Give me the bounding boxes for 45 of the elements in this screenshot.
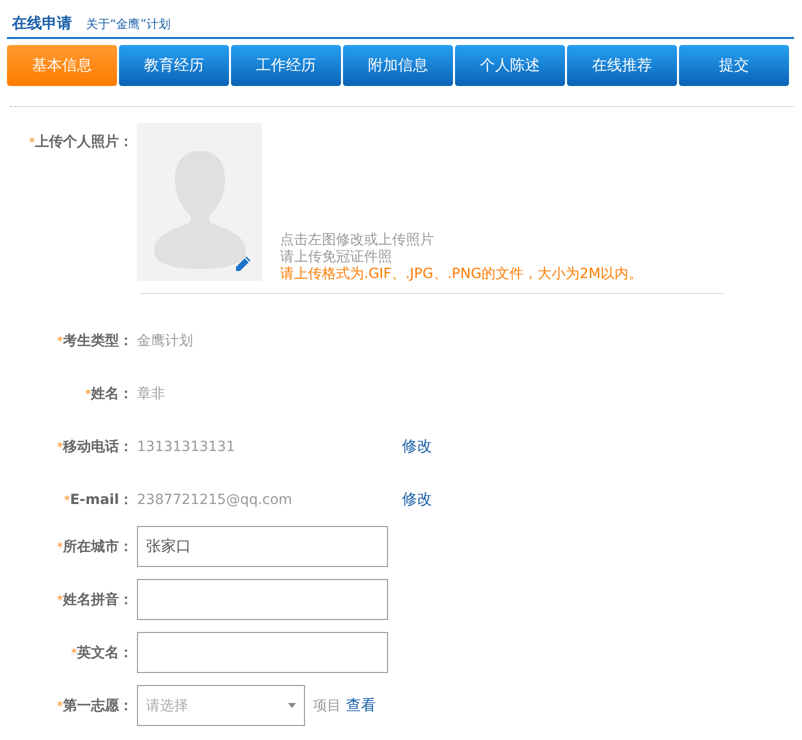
edit-link[interactable]: 修改	[402, 437, 432, 456]
field-value: 2387721215@qq.com	[137, 492, 294, 508]
field-label: 姓名拼音：	[63, 590, 133, 608]
field-label: 英文名：	[77, 644, 133, 662]
required-mark: *	[57, 592, 63, 606]
field-label: 考生类型：	[63, 332, 133, 350]
field-label: 移动电话：	[63, 438, 133, 456]
select-dropdown[interactable]: 请选择	[137, 685, 305, 726]
field-label: 所在城市：	[63, 538, 133, 556]
field-value: 13131313131	[137, 438, 236, 454]
required-mark: *	[64, 492, 70, 506]
pencil-icon[interactable]	[234, 255, 252, 273]
tab[interactable]: 工作经历	[231, 45, 341, 86]
required-mark: *	[29, 135, 35, 149]
field-label: 上传个人照片：	[35, 133, 133, 151]
page-title: 在线申请	[12, 14, 72, 33]
hint-text: 请上传免冠证件照	[280, 249, 393, 266]
input-field[interactable]	[137, 579, 388, 620]
required-mark: *	[71, 646, 77, 660]
edit-link[interactable]: 修改	[402, 490, 432, 509]
warning-text: 请上传格式为.GIF、.JPG、.PNG的文件，大小为2M以内。	[280, 266, 643, 283]
field-label: E-mail：	[70, 490, 133, 508]
required-mark: *	[57, 334, 63, 348]
avatar-silhouette-icon	[154, 151, 246, 269]
field-value: 章非	[137, 384, 166, 402]
required-mark: *	[57, 440, 63, 454]
input-field[interactable]: 张家口	[137, 526, 388, 567]
hint-text: 点击左图修改或上传照片	[280, 232, 435, 249]
view-link[interactable]: 查看	[346, 696, 376, 715]
field-value: 金鹰计划	[137, 332, 194, 350]
field-label: 姓名：	[91, 384, 133, 402]
about-link[interactable]: 关于“金鹰”计划	[86, 16, 170, 33]
tab[interactable]: 提交	[679, 45, 789, 86]
tab[interactable]: 基本信息	[7, 45, 117, 86]
input-field[interactable]	[137, 632, 388, 673]
tab[interactable]: 个人陈述	[455, 45, 565, 86]
field-label: 第一志愿：	[63, 696, 133, 714]
tab[interactable]: 附加信息	[343, 45, 453, 86]
required-mark: *	[85, 386, 91, 400]
required-mark: *	[57, 698, 63, 712]
caret-icon	[288, 703, 296, 708]
suffix-text: 项目	[313, 696, 341, 714]
required-mark: *	[57, 540, 63, 554]
tab[interactable]: 教育经历	[119, 45, 229, 86]
tab[interactable]: 在线推荐	[567, 45, 677, 86]
